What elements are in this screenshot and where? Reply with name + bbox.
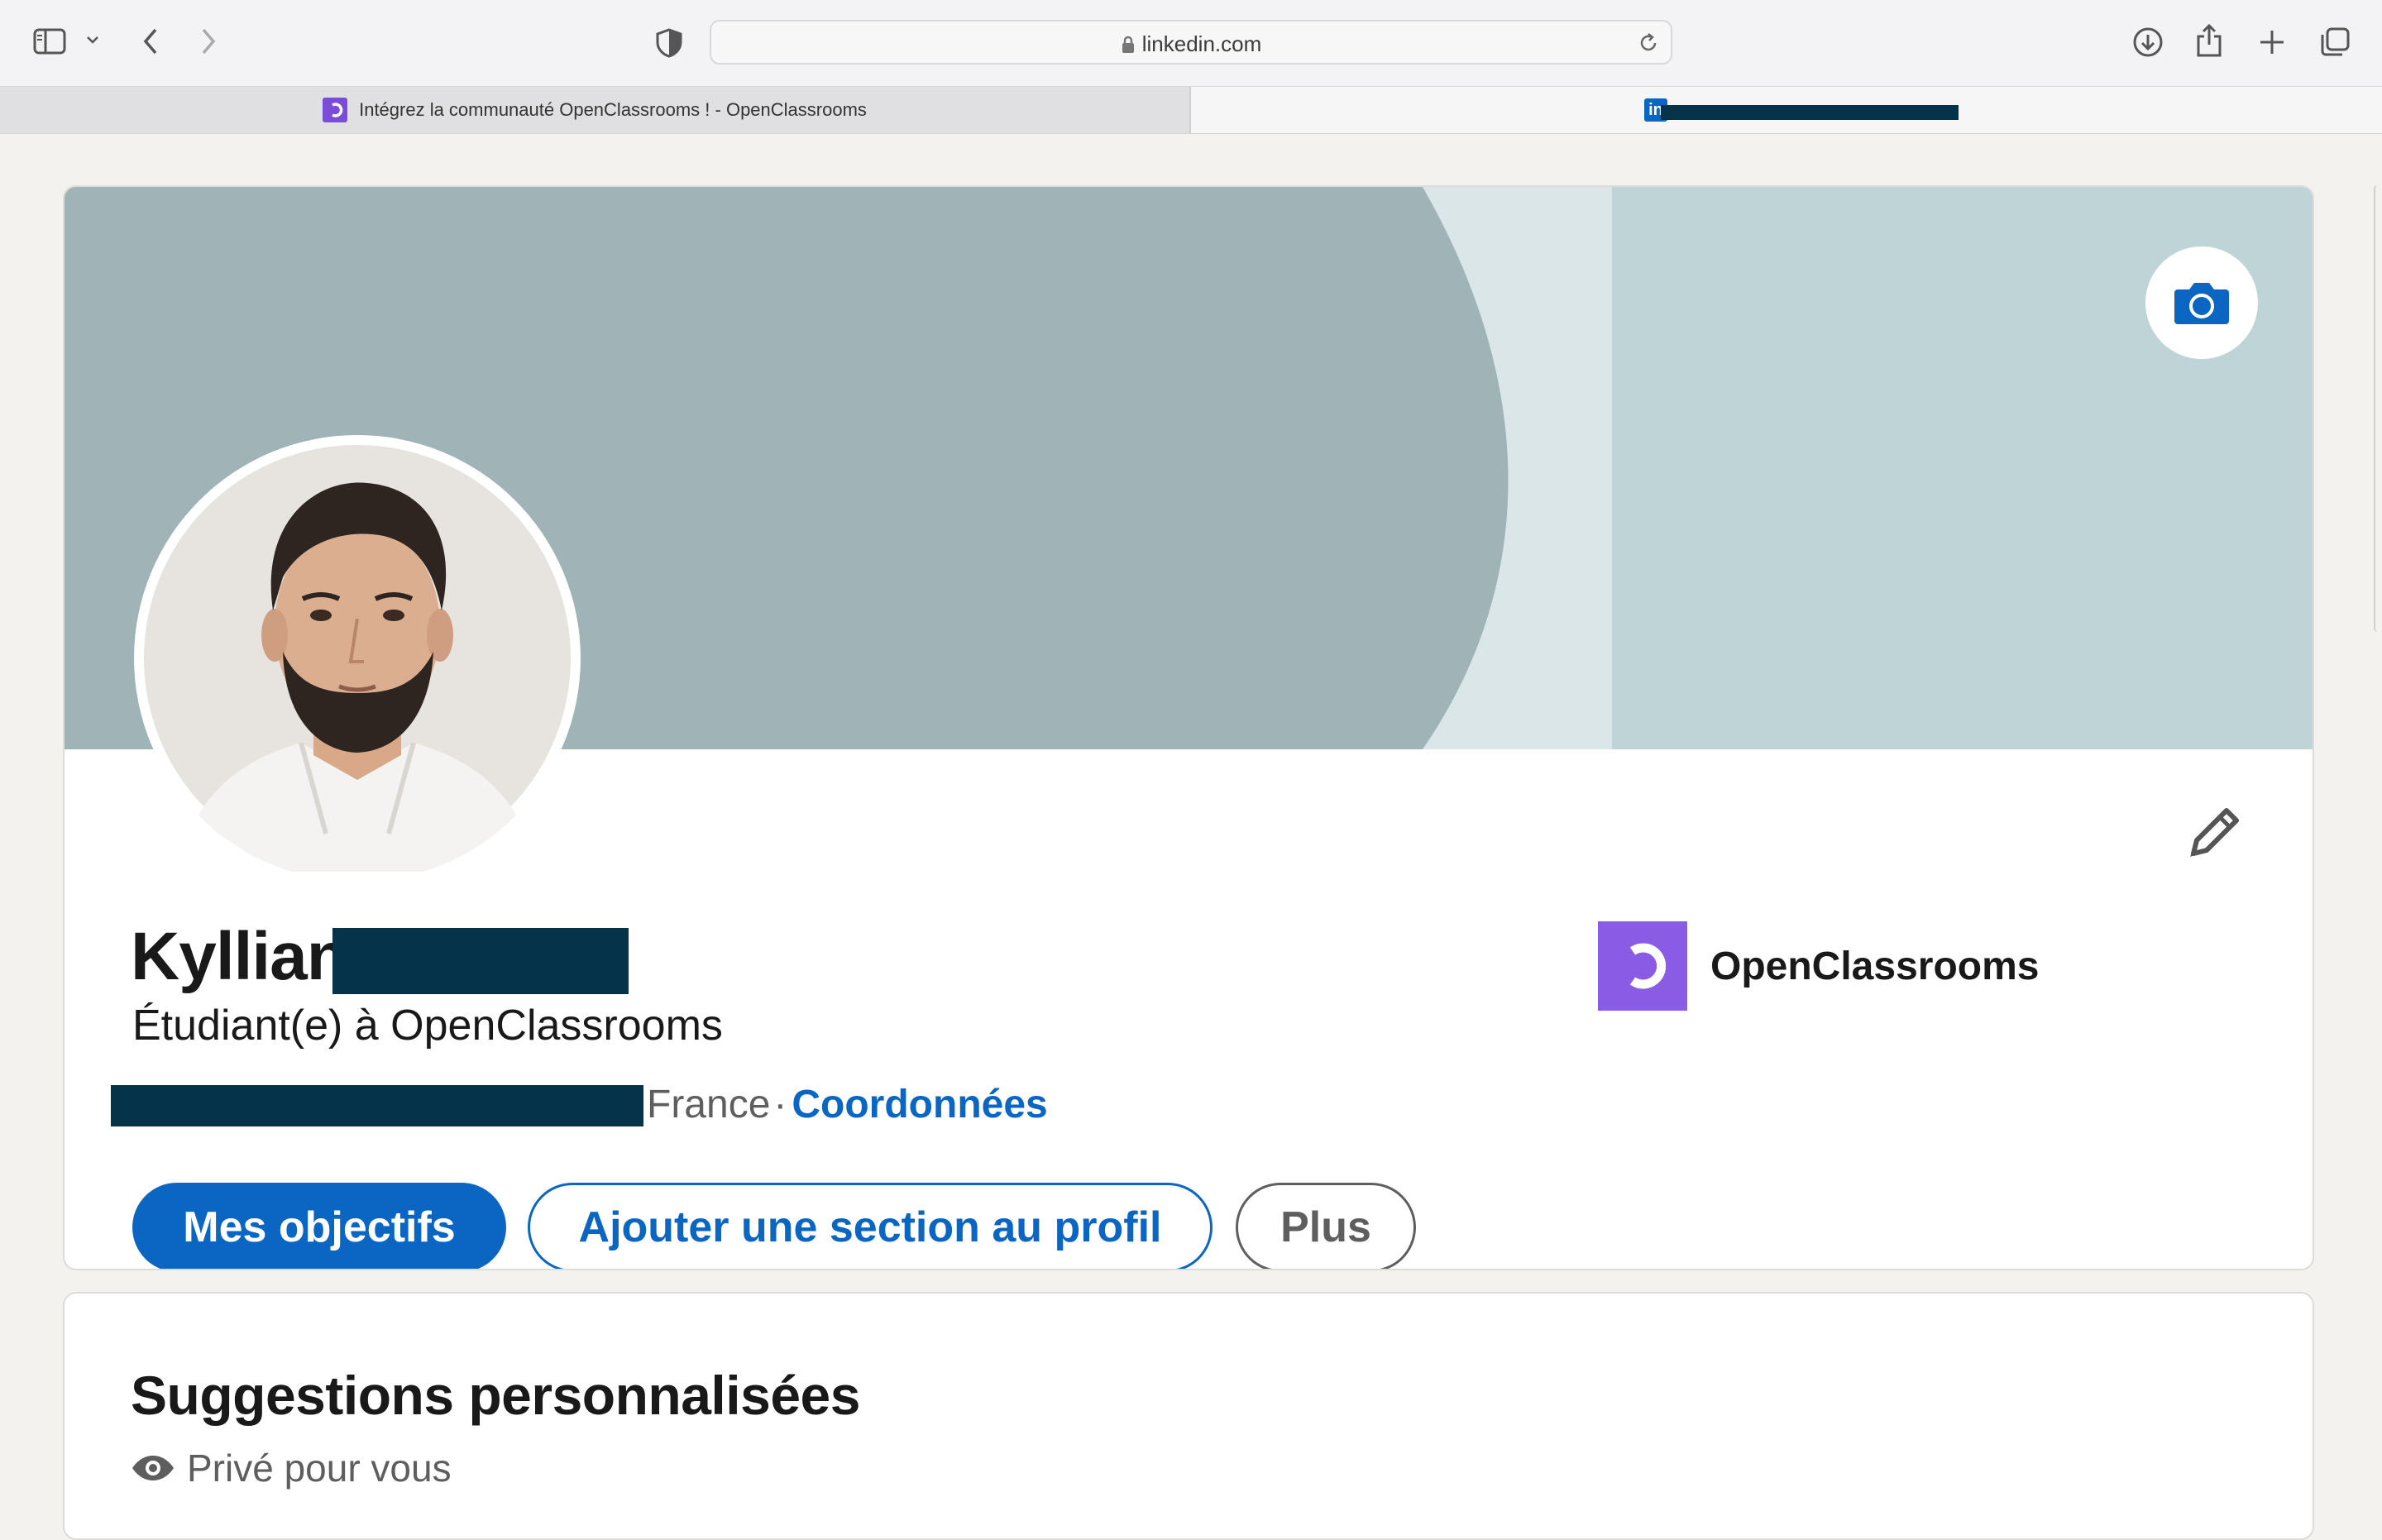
tab-overview-icon[interactable]: [2319, 26, 2351, 58]
share-icon[interactable]: [2195, 23, 2223, 58]
profile-photo[interactable]: [134, 435, 581, 882]
tab-linkedin[interactable]: in: [1191, 87, 2382, 133]
location-country: France: [647, 1083, 771, 1126]
tab-openclassrooms[interactable]: Intégrez la communauté OpenClassrooms ! …: [0, 87, 1191, 133]
new-tab-icon[interactable]: [2258, 28, 2286, 56]
profile-location: France· Coordonnées: [647, 1085, 1048, 1125]
redacted-location: [111, 1085, 643, 1126]
page-scrollbar[interactable]: [2374, 185, 2382, 632]
current-company[interactable]: OpenClassrooms: [1598, 921, 2039, 1011]
profile-first-name: Kyllian: [131, 919, 348, 994]
suggestions-subtitle: Privé pour vous: [131, 1449, 452, 1487]
profile-card: Kyllian Étudiant(e) à OpenClassrooms Fra…: [63, 185, 2314, 1270]
profile-headline: Étudiant(e) à OpenClassrooms: [132, 1002, 723, 1050]
my-goals-button[interactable]: Mes objectifs: [132, 1183, 506, 1269]
suggestions-privacy-label: Privé pour vous: [187, 1447, 452, 1490]
pencil-icon: [2190, 808, 2239, 857]
redacted-tab-title: [1661, 105, 1959, 120]
chevron-down-icon[interactable]: [86, 35, 99, 45]
add-profile-section-button[interactable]: Ajouter une section au profil: [528, 1183, 1213, 1269]
address-bar[interactable]: linkedin.com: [710, 20, 1672, 65]
back-icon[interactable]: [141, 26, 160, 56]
tab-bar: Intégrez la communauté OpenClassrooms ! …: [0, 86, 2382, 134]
downloads-icon[interactable]: [2132, 26, 2164, 58]
url-text: linkedin.com: [711, 31, 1671, 57]
edit-intro-button[interactable]: [2182, 802, 2245, 869]
suggestions-title: Suggestions personnalisées: [131, 1365, 860, 1426]
location-separator: ·: [773, 1083, 787, 1126]
reload-icon[interactable]: [1638, 31, 1659, 59]
openclassrooms-logo-icon: [1598, 921, 1687, 1011]
camera-icon: [2174, 283, 2229, 324]
company-name: OpenClassrooms: [1710, 944, 2040, 988]
redacted-last-name: [332, 928, 629, 994]
url-value: linkedin.com: [1141, 31, 1262, 56]
browser-toolbar: linkedin.com: [0, 0, 2382, 86]
suggestions-card: Suggestions personnalisées Privé pour vo…: [63, 1292, 2314, 1540]
tab-label: Intégrez la communauté OpenClassrooms ! …: [359, 99, 867, 120]
forward-icon[interactable]: [198, 26, 218, 56]
privacy-shield-icon[interactable]: [655, 28, 683, 58]
openclassrooms-favicon-icon: [323, 98, 348, 122]
more-button[interactable]: Plus: [1236, 1183, 1416, 1269]
sidebar-toggle-icon[interactable]: [33, 28, 66, 55]
profile-name: Kyllian: [131, 923, 348, 991]
eye-icon: [132, 1456, 174, 1480]
avatar-photo-icon: [144, 445, 571, 872]
contact-info-link[interactable]: Coordonnées: [792, 1083, 1047, 1126]
edit-banner-button[interactable]: [2145, 246, 2258, 359]
